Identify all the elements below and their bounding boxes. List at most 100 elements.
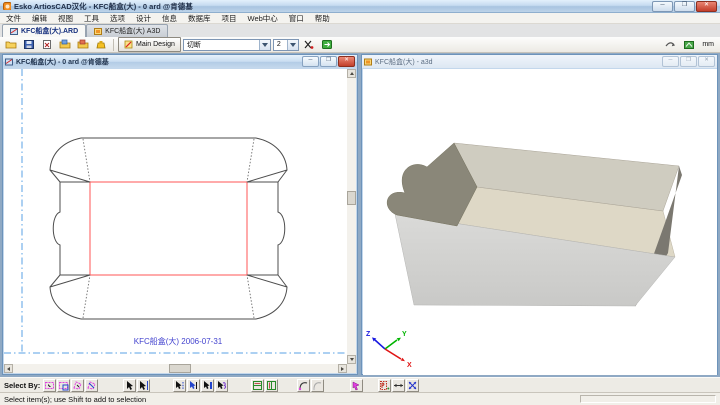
scale-combobox[interactable]: 2: [273, 39, 299, 51]
select-poly-inside-button[interactable]: [71, 379, 84, 392]
cursor-filled-icon: [188, 380, 199, 391]
snap-options-button[interactable]: [663, 37, 679, 52]
select-dimensions-button[interactable]: [201, 379, 214, 392]
design-2d-titlebar[interactable]: KFC船盒(大) - 0 ard @肯德基 ─ ❐ ✕: [3, 55, 357, 68]
scale-diagonal-button[interactable]: [406, 379, 419, 392]
window-title: Esko ArtiosCAD汉化 - KFC船盒(大) - 0 ard @肯德基: [14, 1, 193, 12]
tab-ard-label: KFC船盒(大).ARD: [21, 26, 78, 36]
menu-item-window[interactable]: 窗口: [289, 13, 304, 24]
menu-item-info[interactable]: 信息: [162, 13, 177, 24]
select-edge-button[interactable]: [137, 379, 150, 392]
select-by-label: Select By:: [4, 381, 40, 390]
select-annotations-button[interactable]: [215, 379, 228, 392]
menu-item-options[interactable]: 选项: [110, 13, 125, 24]
child-close-button[interactable]: ✕: [698, 56, 715, 67]
stretch-arrow-icon: [393, 380, 404, 391]
child-restore-button[interactable]: ❐: [320, 56, 337, 67]
main-design-button[interactable]: Main Design: [118, 37, 181, 52]
menu-item-design[interactable]: 设计: [136, 13, 151, 24]
cut-lines: [50, 138, 287, 319]
menu-item-webcenter[interactable]: Web中心: [248, 13, 278, 24]
a3d-document-icon: [94, 27, 102, 35]
menu-item-project[interactable]: 项目: [222, 13, 237, 24]
scroll-corner: [347, 364, 356, 373]
select-flag-group: [350, 379, 363, 392]
select-table-column-button[interactable]: [265, 379, 278, 392]
select-flag-button[interactable]: [350, 379, 363, 392]
menu-item-view[interactable]: 视图: [58, 13, 73, 24]
select-filter-group: [173, 379, 228, 392]
horizontal-scrollbar[interactable]: [4, 364, 347, 373]
close-design-button[interactable]: [39, 37, 55, 52]
menu-item-help[interactable]: 帮助: [315, 13, 330, 24]
toolbar-separator: [113, 39, 114, 51]
layer-dropdown-arrow-icon[interactable]: [259, 40, 270, 50]
select-poly-touch-button[interactable]: [85, 379, 98, 392]
child-minimize-button[interactable]: ─: [302, 56, 319, 67]
vertical-scrollbar[interactable]: [347, 69, 356, 364]
select-rect-inside-button[interactable]: [43, 379, 56, 392]
menu-item-tools[interactable]: 工具: [84, 13, 99, 24]
status-message: Select item(s); use Shift to add to sele…: [4, 395, 146, 404]
cursor-icon: [124, 380, 135, 391]
board-info-button[interactable]: [681, 37, 697, 52]
design-catalog-button[interactable]: [93, 37, 109, 52]
select-single-button[interactable]: [123, 379, 136, 392]
document-tabbar: KFC船盒(大).ARD KFC船盒(大) A3D: [0, 24, 720, 37]
menu-item-database[interactable]: 数据库: [188, 13, 211, 24]
edit-tools-group: [378, 379, 419, 392]
restore-button[interactable]: ❐: [674, 1, 695, 12]
fold-lines: [83, 139, 254, 318]
child-minimize-button[interactable]: ─: [662, 56, 679, 67]
scroll-right-button[interactable]: [338, 364, 347, 373]
close-button[interactable]: ✕: [696, 1, 717, 12]
export-button[interactable]: [75, 37, 91, 52]
cursor-dimension-icon: [202, 380, 213, 391]
child-restore-button[interactable]: ❐: [680, 56, 697, 67]
save-button[interactable]: [21, 37, 37, 52]
layer-value: 切断: [184, 40, 259, 50]
open-button[interactable]: [3, 37, 19, 52]
dieline-canvas[interactable]: KFC船盒(大) 2006-07-31: [4, 69, 349, 366]
scale-dropdown-arrow-icon[interactable]: [287, 40, 298, 50]
select-lines-button[interactable]: [173, 379, 186, 392]
tab-ard-design[interactable]: KFC船盒(大).ARD: [2, 24, 86, 37]
scroll-up-button[interactable]: [347, 69, 356, 78]
scroll-left-button[interactable]: [4, 364, 13, 373]
save-floppy-icon: [23, 39, 35, 50]
ard-window-icon: [5, 58, 13, 66]
model-3d-titlebar[interactable]: KFC船盒(大) - a3d ─ ❐ ✕: [362, 55, 717, 68]
menu-item-file[interactable]: 文件: [6, 13, 21, 24]
stretch-horizontal-button[interactable]: [392, 379, 405, 392]
select-rect-group: [43, 379, 98, 392]
model-3d-canvas[interactable]: Z Y X: [363, 69, 717, 375]
hscroll-thumb[interactable]: [169, 364, 191, 373]
select-rect-touch-button[interactable]: [57, 379, 70, 392]
menu-item-edit[interactable]: 编辑: [32, 13, 47, 24]
layer-combobox[interactable]: 切断: [183, 39, 271, 51]
import-button[interactable]: [57, 37, 73, 52]
select-arc-group: [297, 379, 324, 392]
main-design-icon: [124, 40, 133, 49]
rect-inside-icon: [44, 380, 55, 391]
child-close-button[interactable]: ✕: [338, 56, 355, 67]
a3d-window-icon: [364, 58, 372, 66]
arc-disabled-icon: [312, 380, 323, 391]
select-arc-disabled-button[interactable]: [311, 379, 324, 392]
dimension-x-icon: [303, 39, 314, 50]
scroll-down-button[interactable]: [347, 355, 356, 364]
select-dimension-box-button[interactable]: [378, 379, 391, 392]
cursor-lines-icon: [174, 380, 185, 391]
rect-touch-icon: [58, 380, 69, 391]
select-pointer-group: [123, 379, 150, 392]
dimension-text-button[interactable]: [301, 37, 317, 52]
cursor-edge-icon: [138, 380, 149, 391]
vscroll-thumb[interactable]: [347, 191, 356, 205]
select-table-row-button[interactable]: [251, 379, 264, 392]
cursor-annotation-icon: [216, 380, 227, 391]
rebuild-button[interactable]: [319, 37, 335, 52]
minimize-button[interactable]: ─: [652, 1, 673, 12]
tab-a3d-model[interactable]: KFC船盒(大) A3D: [86, 24, 168, 37]
select-arc-button[interactable]: [297, 379, 310, 392]
select-filled-button[interactable]: [187, 379, 200, 392]
